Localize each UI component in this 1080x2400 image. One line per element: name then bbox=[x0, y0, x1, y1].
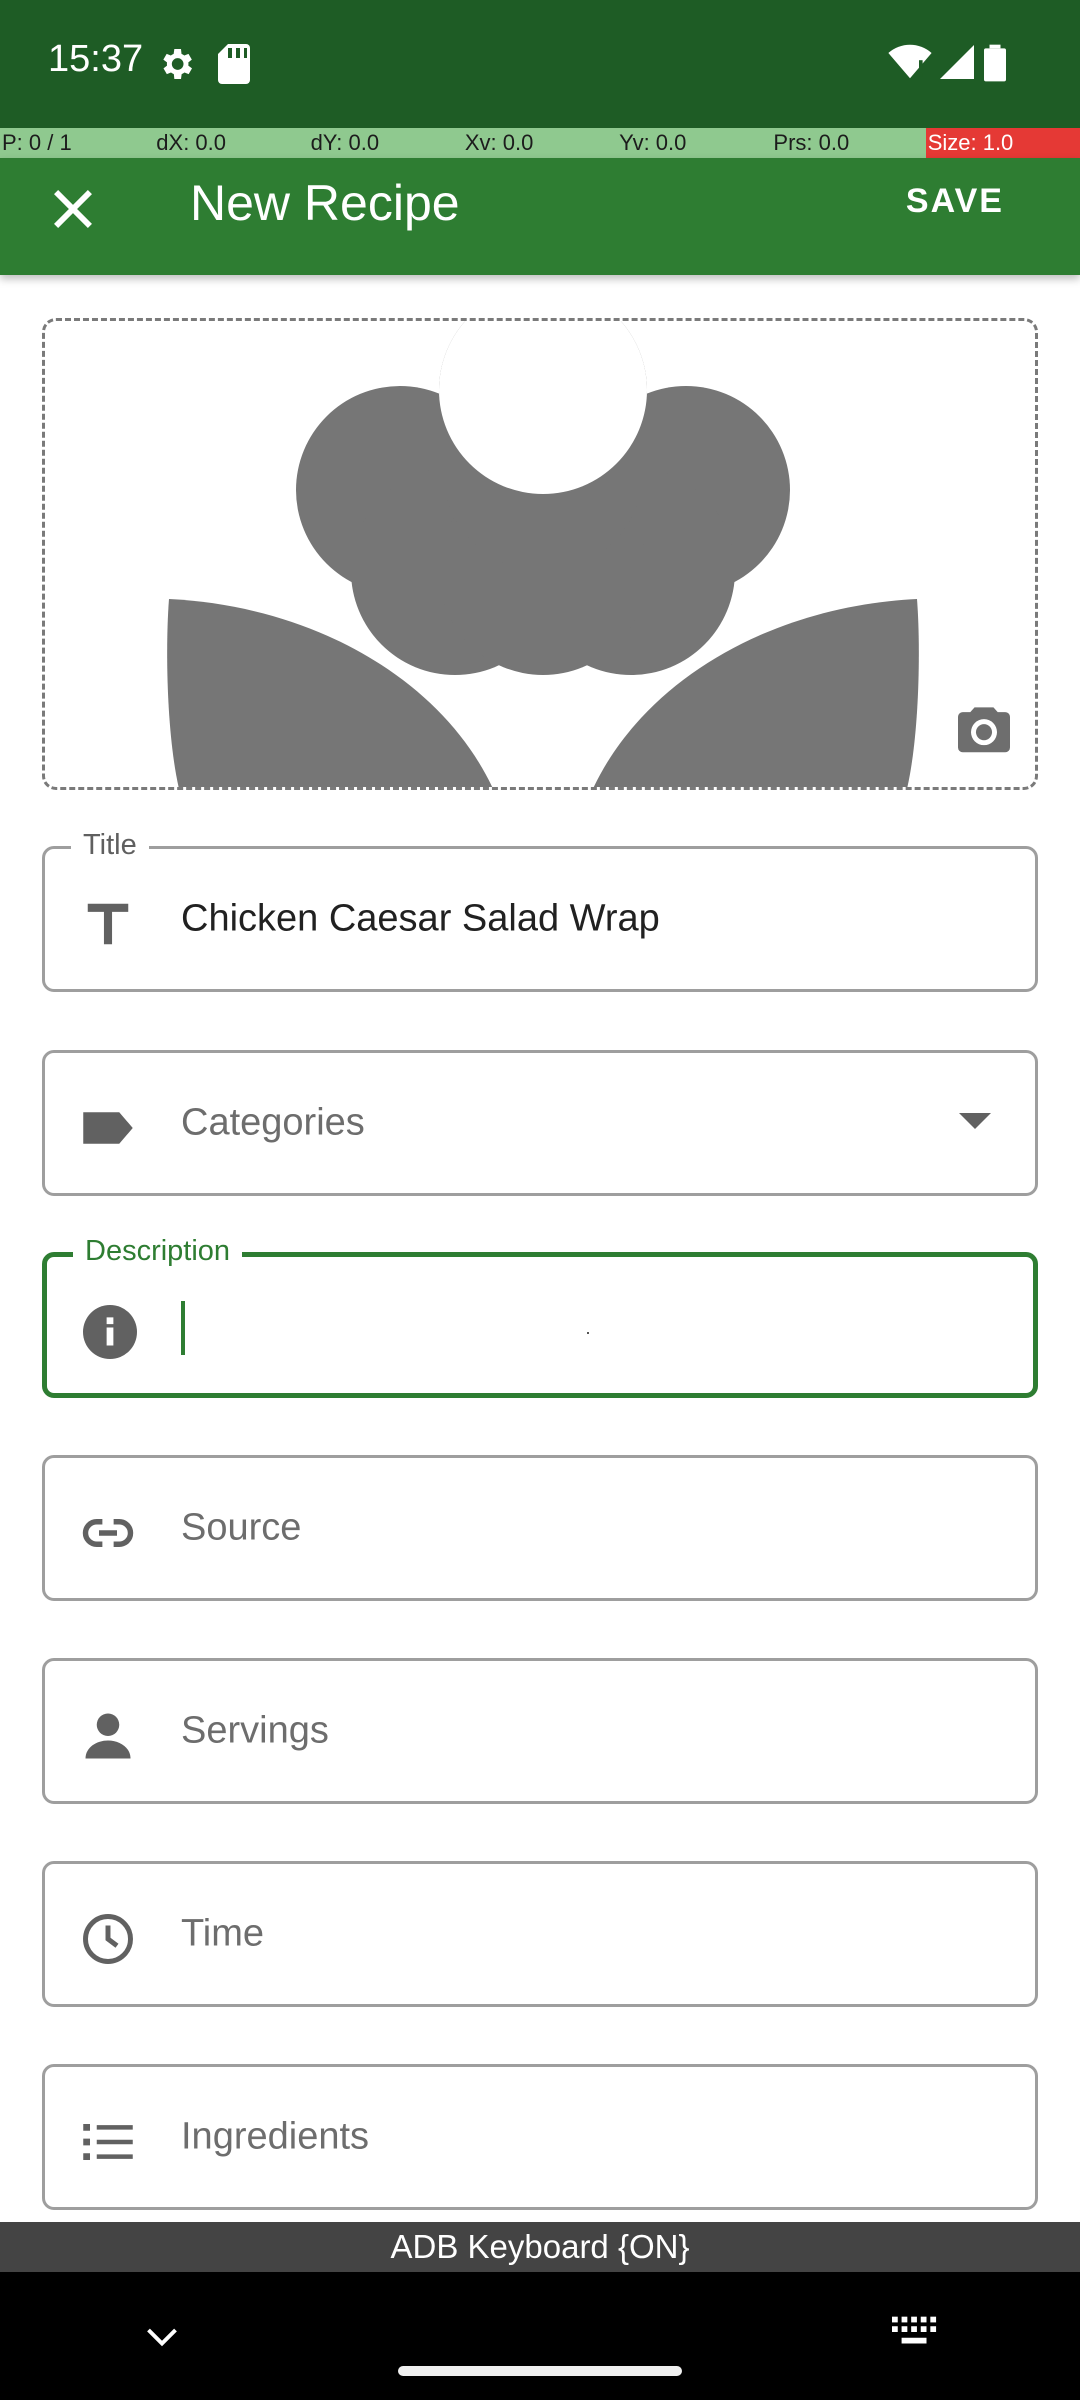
pointer-yv: Yv: 0.0 bbox=[617, 128, 772, 158]
list-icon bbox=[83, 2124, 133, 2160]
title-field-label: Title bbox=[71, 829, 149, 862]
label-tag-icon bbox=[83, 1112, 133, 1144]
source-placeholder: Source bbox=[181, 1506, 302, 1549]
pointer-xv: Xv: 0.0 bbox=[462, 128, 618, 158]
servings-placeholder: Servings bbox=[181, 1709, 329, 1752]
clock-icon bbox=[83, 1914, 133, 1964]
status-bar: 15:37 bbox=[0, 0, 1080, 128]
pointer-count: P: 0 / 1 bbox=[0, 128, 155, 158]
signal-icon bbox=[940, 45, 974, 79]
flower-image-icon bbox=[167, 321, 919, 787]
save-button[interactable]: SAVE bbox=[906, 182, 1004, 221]
description-field-label: Description bbox=[73, 1235, 243, 1268]
app-bar: New Recipe SAVE bbox=[0, 158, 1080, 275]
chevron-down-icon[interactable] bbox=[144, 2324, 180, 2348]
pointer-dy: dY: 0.0 bbox=[308, 128, 463, 158]
text-t-icon bbox=[87, 903, 129, 945]
time-placeholder: Time bbox=[181, 1912, 265, 1955]
keyboard-icon[interactable] bbox=[892, 2316, 938, 2348]
navigation-bar bbox=[0, 2272, 1080, 2400]
description-field[interactable]: Description bbox=[42, 1235, 1038, 1398]
camera-icon[interactable] bbox=[955, 705, 1013, 757]
title-field[interactable]: Title Chicken Caesar Salad Wrap bbox=[42, 829, 1038, 992]
sd-card-icon bbox=[218, 44, 250, 84]
recipe-image-picker[interactable] bbox=[42, 318, 1038, 790]
keyboard-status-bar: ADB Keyboard {ON} bbox=[0, 2222, 1080, 2272]
source-field[interactable]: Source bbox=[42, 1455, 1038, 1601]
servings-field[interactable]: Servings bbox=[42, 1658, 1038, 1804]
page-title: New Recipe bbox=[190, 175, 460, 231]
cursor-dot bbox=[587, 1332, 589, 1334]
close-icon[interactable] bbox=[44, 180, 102, 238]
time-field[interactable]: Time bbox=[42, 1861, 1038, 2007]
pointer-dx: dX: 0.0 bbox=[154, 128, 309, 158]
categories-placeholder: Categories bbox=[181, 1101, 365, 1144]
chevron-down-icon[interactable] bbox=[959, 1113, 991, 1129]
status-time: 15:37 bbox=[48, 38, 144, 80]
pointer-size: Size: 1.0 bbox=[925, 128, 1080, 158]
settings-icon bbox=[163, 49, 192, 79]
person-icon bbox=[85, 1713, 131, 1759]
pointer-prs: Prs: 0.0 bbox=[771, 128, 926, 158]
title-input[interactable]: Chicken Caesar Salad Wrap bbox=[181, 898, 660, 941]
home-handle[interactable] bbox=[398, 2366, 682, 2376]
info-icon bbox=[83, 1305, 137, 1359]
pointer-location-bar: P: 0 / 1 dX: 0.0 dY: 0.0 Xv: 0.0 Yv: 0.0… bbox=[0, 128, 1080, 158]
categories-dropdown[interactable]: Categories bbox=[42, 1050, 1038, 1196]
ingredients-placeholder: Ingredients bbox=[181, 2115, 370, 2158]
text-cursor bbox=[181, 1301, 185, 1355]
link-icon bbox=[82, 1519, 134, 1547]
ingredients-field[interactable]: Ingredients bbox=[42, 2064, 1038, 2210]
battery-icon bbox=[984, 44, 1006, 82]
wifi-icon bbox=[888, 44, 932, 79]
